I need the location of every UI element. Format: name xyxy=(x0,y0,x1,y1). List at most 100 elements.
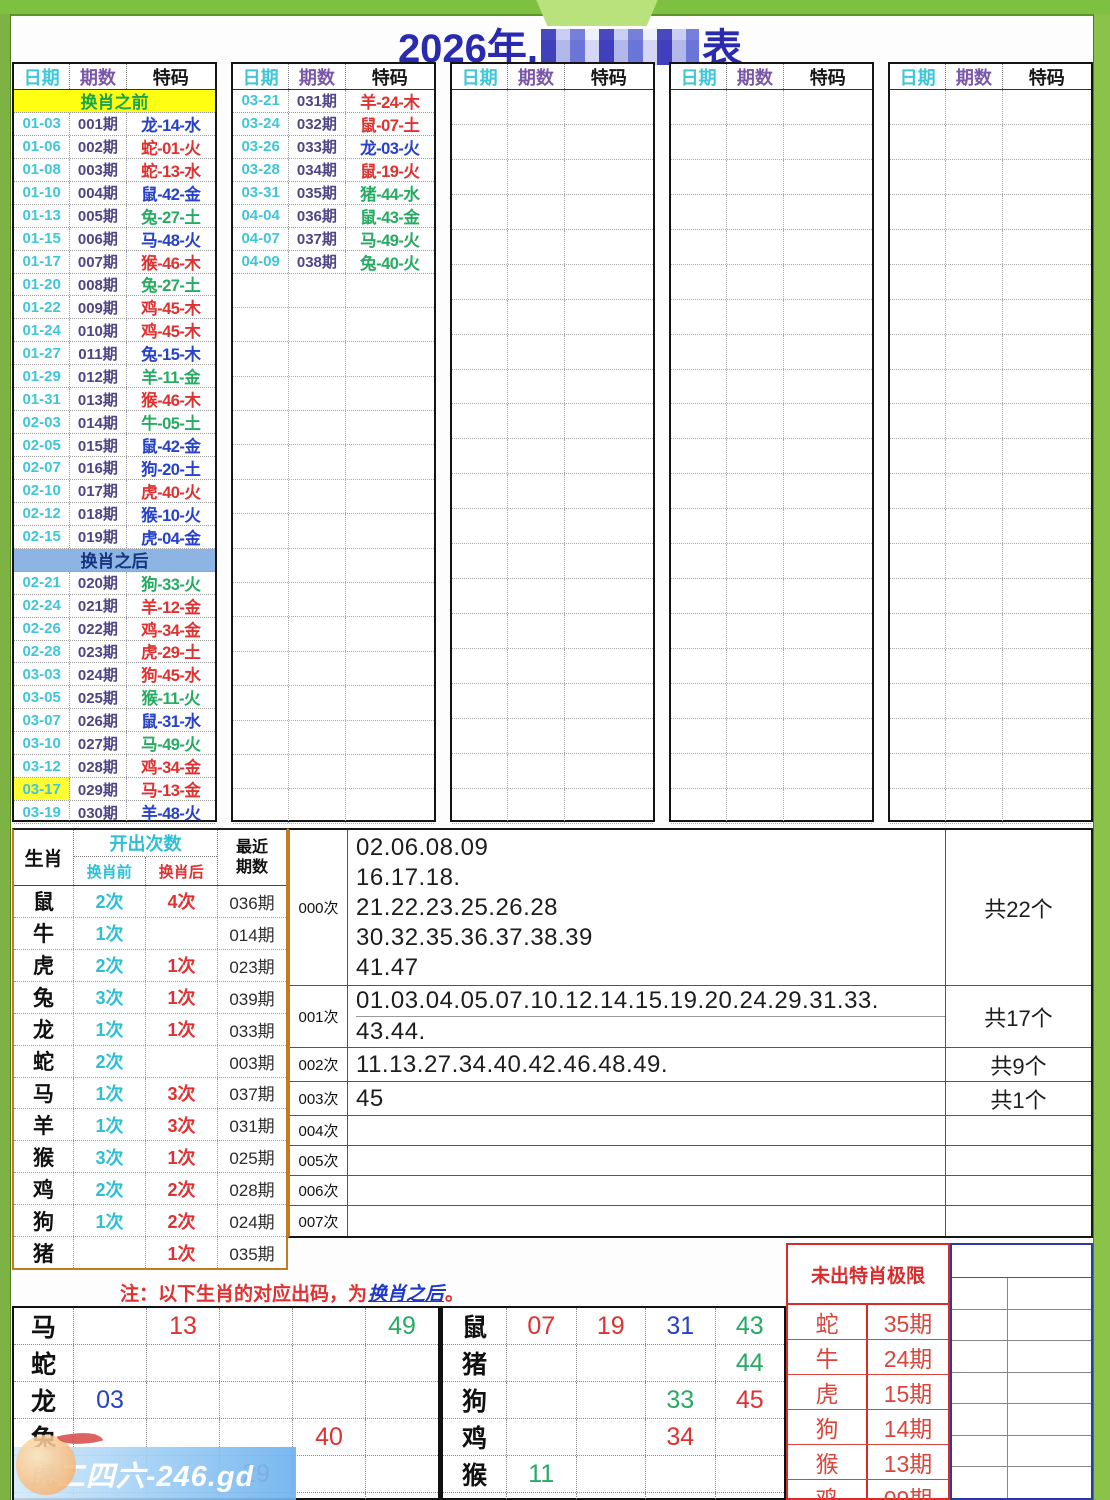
empty-period-cell xyxy=(289,514,346,548)
empty-date-cell xyxy=(452,90,509,124)
empty-date-cell xyxy=(233,376,290,411)
empty-code-cell xyxy=(346,549,434,582)
blue-table-empty-row xyxy=(952,1309,1091,1342)
record-date: 03-03 xyxy=(14,663,71,686)
empty-date-cell xyxy=(890,649,947,683)
empty-period-cell xyxy=(508,718,565,753)
empty-period-cell xyxy=(508,369,565,404)
empty-period-cell xyxy=(289,617,346,651)
blue-table-cell xyxy=(952,1278,1008,1309)
record-period: 016期 xyxy=(70,457,127,479)
stats-recent-period: 039期 xyxy=(229,989,275,1009)
empty-date-cell xyxy=(890,474,947,509)
empty-date-cell xyxy=(890,509,947,544)
stats-header-recent-line2: 期数 xyxy=(235,858,268,876)
frequency-label: 006次 xyxy=(290,1176,348,1205)
stats-zodiac: 蛇 xyxy=(14,1045,74,1077)
record-period: 035期 xyxy=(289,181,346,204)
empty-record-row xyxy=(890,544,1091,580)
frequency-row: 004次 xyxy=(290,1116,1091,1146)
empty-period-cell xyxy=(727,439,784,474)
empty-date-cell xyxy=(452,229,509,264)
stats-row: 牛 1次 014期 xyxy=(14,917,286,950)
empty-period-cell xyxy=(727,718,784,753)
empty-record-row xyxy=(452,544,653,580)
frequency-numbers xyxy=(348,1116,945,1145)
empty-code-cell xyxy=(1003,789,1091,823)
record-period: 031期 xyxy=(289,90,346,112)
empty-record-row xyxy=(233,376,434,412)
number-cell xyxy=(74,1345,147,1381)
unreleased-zodiac-limit-box: 未出特肖极限 蛇 35期牛 24期虎 15期狗 14期猴 13期鸡 09期 xyxy=(786,1243,950,1500)
empty-code-cell xyxy=(346,445,434,478)
stats-zodiac: 马 xyxy=(14,1077,74,1109)
empty-record-row xyxy=(233,651,434,687)
number-cell xyxy=(507,1345,577,1381)
record-period: 006期 xyxy=(70,227,127,250)
frequency-row: 006次 xyxy=(290,1176,1091,1206)
empty-record-row xyxy=(671,614,872,649)
record-period: 015期 xyxy=(70,434,127,456)
record-row: 03-28 034期 鼠-19-火 xyxy=(233,158,434,182)
number-cell: 31 xyxy=(646,1308,716,1344)
record-period: 027期 xyxy=(70,732,127,755)
limit-zodiac: 虎 xyxy=(788,1375,868,1409)
record-period: 014期 xyxy=(70,411,127,434)
limit-period: 13期 xyxy=(883,1451,933,1477)
empty-code-cell xyxy=(1003,649,1091,683)
record-date: 02-12 xyxy=(14,502,71,525)
record-period: 009期 xyxy=(70,296,127,319)
frequency-numbers-line: 01.03.04.05.07.10.12.14.15.19.20.24.29.3… xyxy=(356,986,945,1017)
empty-period-cell xyxy=(946,544,1003,579)
zodiac-label: 猪 xyxy=(443,1345,507,1381)
empty-period-cell xyxy=(727,474,784,509)
header-date: 日期 xyxy=(233,64,290,89)
empty-period-cell xyxy=(508,474,565,509)
number-cell: 11 xyxy=(507,1456,577,1492)
frequency-numbers xyxy=(348,1206,945,1236)
empty-date-cell xyxy=(233,548,290,583)
empty-date-cell xyxy=(671,649,728,683)
record-special-code: 鼠-43-金 xyxy=(360,208,420,227)
record-period: 012期 xyxy=(70,365,127,388)
limit-period: 14期 xyxy=(883,1416,933,1442)
record-period: 011期 xyxy=(70,342,127,365)
number-cell xyxy=(366,1493,438,1500)
frequency-total xyxy=(945,1176,1091,1205)
record-date: 01-29 xyxy=(14,365,71,388)
period-column-group-5: 日期 期数 特码 xyxy=(888,62,1093,824)
empty-period-cell xyxy=(946,579,1003,614)
record-period: 025期 xyxy=(70,686,127,709)
empty-record-row xyxy=(671,194,872,230)
empty-period-cell xyxy=(727,90,784,124)
empty-code-cell xyxy=(784,195,872,229)
empty-period-cell xyxy=(727,264,784,299)
frequency-total: 共1个 xyxy=(945,1082,1091,1115)
record-period: 017期 xyxy=(70,479,127,502)
record-special-code: 羊-11-金 xyxy=(141,369,201,388)
empty-record-row xyxy=(233,583,434,618)
empty-code-cell xyxy=(1003,370,1091,404)
record-date: 04-09 xyxy=(233,250,290,273)
empty-record-row xyxy=(452,439,653,475)
blue-table-cell xyxy=(952,1467,1008,1499)
zodiac-number-row: 鼠 07 19 31 43 xyxy=(443,1308,784,1345)
empty-code-cell xyxy=(346,342,434,375)
frequency-numbers: 02.06.08.09 16.17.18. 21.22.23.25.26.28 30.… xyxy=(348,830,945,985)
limit-period: 15期 xyxy=(883,1381,933,1407)
empty-period-cell xyxy=(946,124,1003,159)
record-special-code: 兔-27-土 xyxy=(141,277,201,296)
empty-date-cell xyxy=(452,544,509,579)
record-date: 02-24 xyxy=(14,594,71,617)
zodiac-number-row: 羊1224 48 xyxy=(443,1493,784,1500)
stats-row: 羊 1次 3次 031期 xyxy=(14,1109,286,1142)
record-date: 03-21 xyxy=(233,90,290,112)
empty-date-cell xyxy=(671,229,728,264)
stats-recent-period: 033期 xyxy=(229,1021,275,1041)
record-period: 032期 xyxy=(289,112,346,135)
empty-record-row xyxy=(671,404,872,440)
record-special-code: 狗-33-火 xyxy=(141,575,201,594)
empty-record-row xyxy=(890,90,1091,125)
period-column-group-4: 日期 期数 特码 xyxy=(669,62,874,824)
record-special-code: 虎-04-金 xyxy=(141,529,201,548)
